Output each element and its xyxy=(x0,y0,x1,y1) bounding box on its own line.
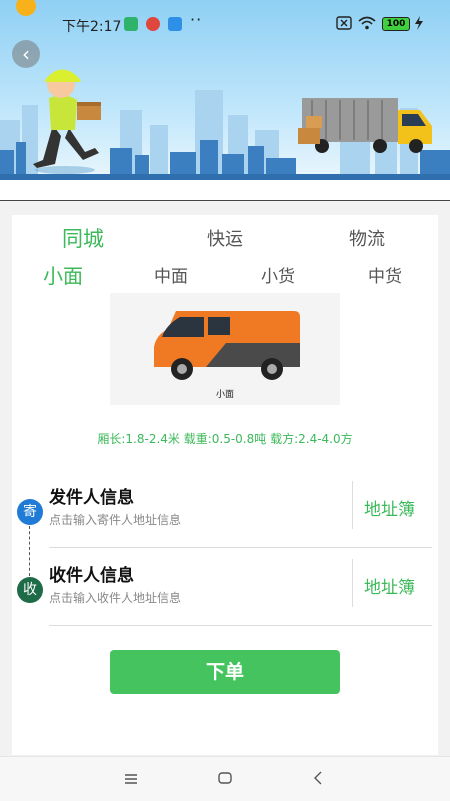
truck-illustration xyxy=(298,98,432,153)
sender-divider xyxy=(49,547,432,548)
back-nav-icon[interactable] xyxy=(313,771,323,785)
service-tabs: 同城 快运 物流 xyxy=(12,223,438,255)
vehicle-preview: 小面 xyxy=(110,293,340,405)
charging-icon xyxy=(415,16,423,30)
system-nav-bar xyxy=(0,756,450,801)
receiver-address-book-button[interactable]: 地址簿 xyxy=(364,573,415,598)
back-button[interactable]: ‹ xyxy=(12,40,40,68)
receiver-badge: 收 xyxy=(17,577,43,603)
shield-notification-icon xyxy=(124,17,138,31)
sender-hint: 点击输入寄件人地址信息 xyxy=(49,513,182,527)
receiver-hint: 点击输入收件人地址信息 xyxy=(49,591,182,605)
order-card: 同城 快运 物流 小面 中面 小货 中货 小面 厢长:1.8-2.4米 载重:0… xyxy=(12,215,438,755)
tab-medium-truck[interactable]: 中货 xyxy=(368,262,402,287)
tab-medium-van[interactable]: 中面 xyxy=(154,262,188,287)
upload-notification-icon xyxy=(168,17,182,31)
tab-same-city[interactable]: 同城 xyxy=(62,223,104,253)
tab-express[interactable]: 快运 xyxy=(207,225,243,251)
sun-icon xyxy=(16,0,36,16)
battery-icon: 100 xyxy=(382,17,410,31)
van-image xyxy=(154,311,300,380)
top-banner: 下午2:17 ·· 100 ‹ xyxy=(0,0,450,180)
receiver-separator xyxy=(352,559,353,607)
wifi-icon xyxy=(358,16,376,30)
chevron-left-icon: ‹ xyxy=(22,42,30,66)
status-time: 下午2:17 xyxy=(62,19,122,35)
receiver-divider xyxy=(49,625,432,626)
banner-divider xyxy=(0,180,450,201)
sender-badge: 寄 xyxy=(17,499,43,525)
tab-small-truck[interactable]: 小货 xyxy=(261,262,295,287)
receiver-title: 收件人信息 xyxy=(49,566,134,586)
vehicle-spec: 厢长:1.8-2.4米 载重:0.5-0.8吨 载方:2.4-4.0方 xyxy=(97,432,353,446)
vehicle-tabs: 小面 中面 小货 中货 xyxy=(12,260,438,290)
home-icon[interactable] xyxy=(218,771,232,785)
sender-address-book-button[interactable]: 地址簿 xyxy=(364,495,415,520)
sender-row[interactable]: 寄 发件人信息 点击输入寄件人地址信息 地址簿 xyxy=(12,481,438,555)
status-bar: 下午2:17 ·· 100 xyxy=(0,0,450,50)
receiver-row[interactable]: 收 收件人信息 点击输入收件人地址信息 地址簿 xyxy=(12,559,438,633)
place-order-button[interactable]: 下单 xyxy=(110,650,340,694)
no-sim-icon xyxy=(336,16,352,30)
delivery-person-illustration xyxy=(33,69,101,174)
sender-separator xyxy=(352,481,353,529)
sender-title: 发件人信息 xyxy=(49,488,134,508)
menu-icon[interactable] xyxy=(124,773,138,785)
app-notification-icon xyxy=(146,17,160,31)
more-notifications-icon: ·· xyxy=(190,10,203,29)
tab-small-van[interactable]: 小面 xyxy=(43,260,83,289)
tab-logistics[interactable]: 物流 xyxy=(349,225,385,251)
vehicle-name: 小面 xyxy=(215,390,234,400)
